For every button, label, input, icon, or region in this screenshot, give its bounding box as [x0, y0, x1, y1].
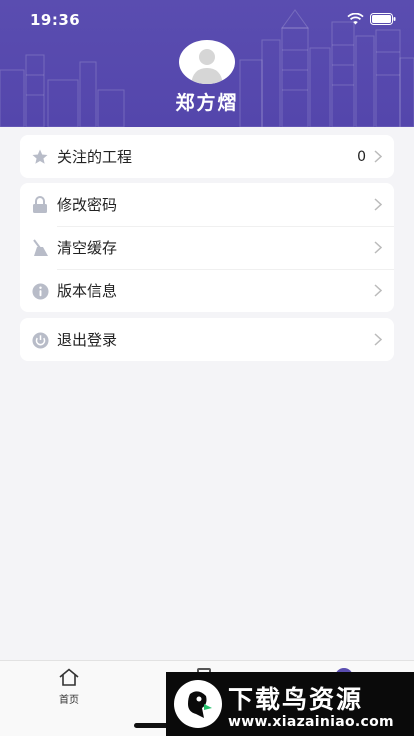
- info-icon: [31, 282, 49, 300]
- menu-item-label: 关注的工程: [57, 148, 133, 166]
- bird-logo-icon: [174, 680, 222, 728]
- menu-item-change-password[interactable]: 修改密码: [20, 183, 394, 226]
- status-bar: 19:36: [0, 0, 414, 40]
- battery-icon: [370, 13, 396, 25]
- menu-card-logout: 退出登录: [20, 318, 394, 361]
- user-name: 郑方熠: [175, 92, 239, 114]
- menu-item-version-info[interactable]: 版本信息: [20, 269, 394, 312]
- chevron-right-icon: [374, 241, 382, 254]
- watermark-banner: 下载鸟资源 www.xiazainiao.com: [166, 672, 414, 736]
- menu-item-label: 清空缓存: [57, 239, 118, 257]
- watermark-url: www.xiazainiao.com: [228, 714, 394, 730]
- status-time: 19:36: [30, 11, 81, 29]
- chevron-right-icon: [374, 333, 382, 346]
- profile-header: 19:36 郑方熠: [0, 0, 414, 127]
- chevron-right-icon: [374, 198, 382, 211]
- tab-home[interactable]: 首页: [53, 668, 85, 706]
- menu-card-follow: 关注的工程 0: [20, 135, 394, 178]
- wifi-icon: [347, 13, 364, 25]
- power-icon: [31, 331, 49, 349]
- menu-item-label: 退出登录: [57, 331, 118, 349]
- user-silhouette-icon: [191, 49, 223, 84]
- avatar[interactable]: [179, 40, 235, 84]
- menu-item-logout[interactable]: 退出登录: [20, 318, 394, 361]
- star-icon: [31, 148, 49, 166]
- followed-count: 0: [357, 148, 366, 165]
- home-icon: [59, 668, 79, 686]
- lock-icon: [31, 196, 49, 214]
- menu-item-label: 修改密码: [57, 196, 118, 214]
- menu-item-clear-cache[interactable]: 清空缓存: [20, 226, 394, 269]
- chevron-right-icon: [374, 150, 382, 163]
- menu-item-followed-projects[interactable]: 关注的工程 0: [20, 135, 394, 178]
- chevron-right-icon: [374, 284, 382, 297]
- menu-item-label: 版本信息: [57, 282, 118, 300]
- watermark-title: 下载鸟资源: [228, 685, 364, 714]
- broom-icon: [31, 239, 49, 257]
- menu-card-settings: 修改密码 清空缓存 版本信息: [20, 183, 394, 312]
- tab-home-label: 首页: [59, 695, 79, 706]
